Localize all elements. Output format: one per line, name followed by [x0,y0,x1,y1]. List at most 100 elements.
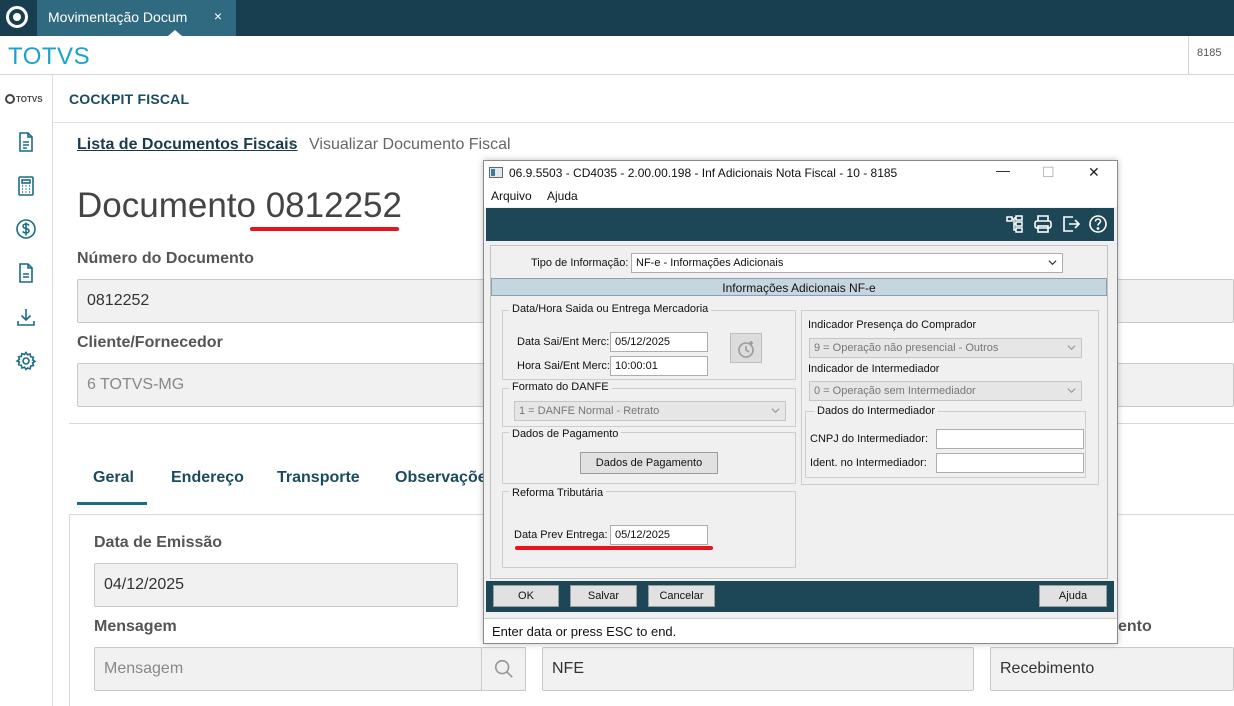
data-prev-entrega-label: Data Prev Entrega: [514,529,608,541]
group-data-hora-title: Data/Hora Saida ou Entrega Mercadoria [509,303,712,315]
dialog-footer: OK Salvar Cancelar Ajuda [486,581,1114,612]
document-icon[interactable] [15,131,37,153]
clock-button[interactable] [730,333,762,363]
chevron-down-icon [1048,260,1057,266]
group-reforma: Reforma Tributária Data Prev Entrega: 05… [502,487,796,568]
dados-pagamento-button[interactable]: Dados de Pagamento [580,452,718,474]
tab-transporte[interactable]: Transporte [277,469,360,487]
red-annotation-underline [250,227,399,231]
group-reforma-title: Reforma Tributária [509,487,607,499]
dialog-menubar: Arquivo Ajuda [484,185,1117,207]
print-icon[interactable] [1033,214,1053,234]
ajuda-button[interactable]: Ajuda [1039,585,1107,607]
numero-documento-label: Número do Documento [77,250,254,267]
dialog-body: Tipo de Informação: NF-e - Informações A… [490,245,1108,579]
salvar-button[interactable]: Salvar [570,585,637,607]
data-sai-label: Data Sai/Ent Merc: [517,336,610,348]
red-annotation-underline-2 [515,546,713,550]
tab-endereco[interactable]: Endereço [171,469,244,487]
hora-sai-label: Hora Sai/Ent Merc: [517,360,610,372]
dollar-icon[interactable] [15,218,37,240]
dialog-title: 06.9.5503 - CD4035 - 2.00.00.198 - Inf A… [509,166,898,180]
tab-observacoes[interactable]: Observações [395,469,496,487]
data-emissao-field[interactable]: 04/12/2025 [94,563,458,607]
help-icon[interactable] [1088,214,1108,234]
group-danfe-title: Formato do DANFE [509,381,612,393]
brand-logo: TOTVS [8,43,91,70]
group-dados-intermediador: Dados do Intermediador CNPJ do Intermedi… [805,405,1086,478]
hora-sai-input[interactable]: 10:00:01 [610,356,708,376]
chevron-down-icon [1067,388,1076,394]
maximize-button[interactable]: ☐ [1042,164,1055,181]
mensagem-input[interactable]: Mensagem [94,647,482,691]
data-emissao-label: Data de Emissão [94,534,223,551]
side-nav: TOTVS [0,75,53,706]
app-topbar: Movimentação Docum × [0,0,1234,36]
download-icon[interactable] [15,306,37,328]
group-dados-intermediador-title: Dados do Intermediador [814,405,939,417]
cnpj-intermediador-input[interactable] [936,429,1084,449]
group-danfe: Formato do DANFE 1 = DANFE Normal - Retr… [502,381,796,427]
data-prev-entrega-input[interactable]: 05/12/2025 [610,525,708,545]
tipo-movimento-field[interactable]: Recebimento [990,647,1234,691]
module-title: COCKPIT FISCAL [69,91,190,107]
ok-button[interactable]: OK [493,585,559,607]
group-data-hora: Data/Hora Saida ou Entrega Mercadoria Da… [502,303,796,380]
module-divider [53,122,1234,123]
tipo-informacao-value: NF-e - Informações Adicionais [636,257,784,269]
section-header: Informações Adicionais NF-e [491,278,1107,296]
side-logo: TOTVS [5,94,43,104]
hierarchy-icon[interactable] [1005,214,1025,234]
dialog-titlebar[interactable]: 06.9.5503 - CD4035 - 2.00.00.198 - Inf A… [484,161,1117,185]
group-pagamento: Dados de Pagamento Dados de Pagamento [502,428,796,484]
danfe-value: 1 = DANFE Normal - Retrato [519,405,660,417]
presenca-label: Indicador Presença do Comprador [808,319,977,331]
breadcrumb-separator-icon: › [289,135,295,152]
cliente-fornecedor-label: Cliente/Fornecedor [77,334,223,351]
tipo-informacao-select[interactable]: NF-e - Informações Adicionais [631,253,1063,273]
ident-intermediador-input[interactable] [936,453,1084,473]
danfe-select[interactable]: 1 = DANFE Normal - Retrato [514,401,786,421]
group-indicadores: Indicador Presença do Comprador 9 = Oper… [801,310,1099,485]
report-icon[interactable] [15,262,37,284]
page-title: Documento 0812252 [77,186,402,225]
user-code[interactable]: 8185 [1188,36,1234,74]
side-logo-text: TOTVS [16,95,43,104]
tab-label: Movimentação Docum [48,9,188,25]
minimize-button[interactable]: — [996,162,1010,178]
menu-arquivo[interactable]: Arquivo [491,189,532,203]
tab-geral[interactable]: Geral [93,469,134,487]
clock-icon [738,341,754,358]
intermediador-select[interactable]: 0 = Operação sem Intermediador [809,381,1082,401]
close-icon[interactable]: × [214,8,222,24]
presenca-select[interactable]: 9 = Operação não presencial - Outros [809,338,1082,358]
brand-bar: TOTVS 8185 [0,36,1234,75]
totvs-ring-icon [5,94,15,104]
search-icon [494,659,513,678]
app-window-icon [489,167,503,178]
inf-adicionais-dialog: 06.9.5503 - CD4035 - 2.00.00.198 - Inf A… [483,160,1118,644]
especie-field[interactable]: NFE [542,647,974,691]
exit-icon[interactable] [1061,214,1081,234]
presenca-value: 9 = Operação não presencial - Outros [814,342,999,354]
tab-movimentacao[interactable]: Movimentação Docum × [37,0,236,36]
chevron-down-icon [1067,345,1076,351]
menu-ajuda[interactable]: Ajuda [547,189,578,203]
cancelar-button[interactable]: Cancelar [648,585,715,607]
intermediador-value: 0 = Operação sem Intermediador [814,385,976,397]
close-window-button[interactable]: ✕ [1088,164,1100,181]
search-button[interactable] [481,647,526,691]
dialog-status-bar: Enter data or press ESC to end. [484,618,1117,643]
tipo-movimento-label: ento [1118,618,1152,635]
data-sai-input[interactable]: 05/12/2025 [610,332,708,352]
totvs-logo-icon[interactable] [6,6,28,28]
dialog-toolbar [486,208,1114,241]
breadcrumb-parent-link[interactable]: Lista de Documentos Fiscais [77,136,298,154]
mensagem-label: Mensagem [94,618,177,635]
cnpj-intermediador-label: CNPJ do Intermediador: [810,433,928,445]
intermediador-label: Indicador de Intermediador [808,363,940,375]
group-pagamento-title: Dados de Pagamento [509,428,622,440]
gear-icon[interactable] [15,350,37,372]
breadcrumb-current: Visualizar Documento Fiscal [309,136,511,153]
calculator-icon[interactable] [15,175,37,197]
